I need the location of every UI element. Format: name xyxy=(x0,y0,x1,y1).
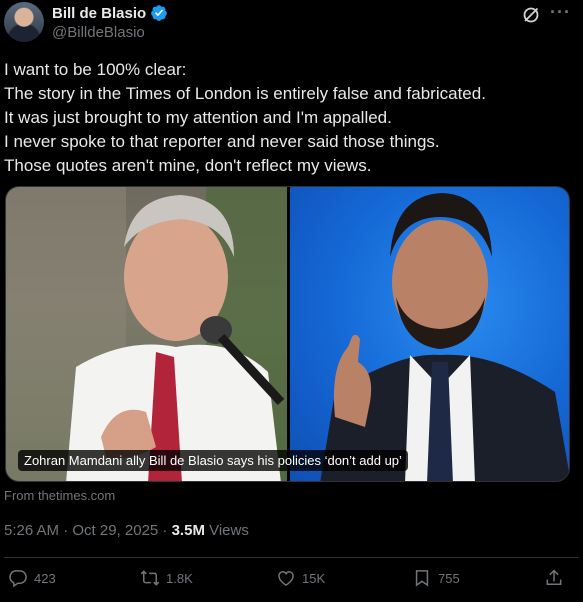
tweet-line: I never spoke to that reporter and never… xyxy=(4,132,440,151)
card-caption: Zohran Mamdani ally Bill de Blasio says … xyxy=(18,450,408,471)
verified-icon xyxy=(150,4,168,22)
author-handle[interactable]: @BilldeBlasio xyxy=(52,24,145,41)
share-button[interactable] xyxy=(544,568,564,588)
views-count: 3.5M xyxy=(171,522,205,539)
more-icon[interactable]: ··· xyxy=(550,2,571,23)
photo-de-blasio xyxy=(6,187,287,481)
tweet-line: Those quotes aren't mine, don't reflect … xyxy=(4,156,372,175)
avatar[interactable] xyxy=(4,2,44,42)
share-icon xyxy=(544,568,564,588)
author-name[interactable]: Bill de Blasio xyxy=(52,5,146,22)
tweet-line: It was just brought to my attention and … xyxy=(4,108,392,127)
tweet-line: I want to be 100% clear: xyxy=(4,60,187,79)
tweet-header: Bill de Blasio @BilldeBlasio ··· xyxy=(4,2,579,44)
bookmark-icon xyxy=(412,568,432,588)
card-source[interactable]: From thetimes.com xyxy=(4,488,115,503)
repost-button[interactable]: 1.8K xyxy=(140,568,193,588)
reply-count: 423 xyxy=(34,570,56,586)
like-count: 15K xyxy=(302,570,326,586)
timestamp[interactable]: 5:26 AM · Oct 29, 2025 · xyxy=(4,522,172,539)
bookmark-count: 755 xyxy=(438,570,460,586)
action-bar: 423 1.8K 15K 755 xyxy=(8,568,575,594)
reply-icon xyxy=(8,568,28,588)
divider xyxy=(4,557,579,558)
tweet-line: The story in the Times of London is enti… xyxy=(4,84,486,103)
tweet-meta: 5:26 AM · Oct 29, 2025 · 3.5M Views xyxy=(4,522,249,539)
photo-mamdani xyxy=(290,187,569,481)
like-icon xyxy=(276,568,296,588)
repost-icon xyxy=(140,568,160,588)
like-button[interactable]: 15K xyxy=(276,568,325,588)
grok-icon[interactable] xyxy=(521,5,541,25)
views-label: Views xyxy=(204,522,249,539)
bookmark-button[interactable]: 755 xyxy=(412,568,460,588)
tweet-text: I want to be 100% clear: The story in th… xyxy=(4,58,574,178)
link-card[interactable]: Zohran Mamdani ally Bill de Blasio says … xyxy=(5,186,570,482)
repost-count: 1.8K xyxy=(166,570,193,586)
name-row: Bill de Blasio xyxy=(52,4,168,22)
reply-button[interactable]: 423 xyxy=(8,568,56,588)
